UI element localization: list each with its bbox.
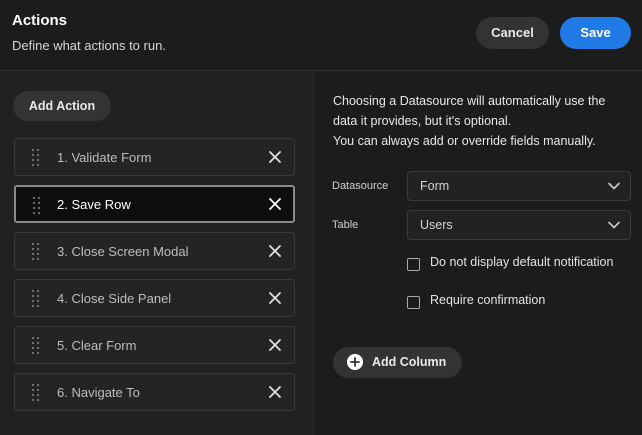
action-label: 6. Navigate To <box>57 385 140 400</box>
actions-list-panel: Add Action 1. Validate Form 2. Save Row … <box>0 71 314 435</box>
info-line: You can always add or override fields ma… <box>333 134 596 148</box>
close-icon[interactable] <box>268 244 282 258</box>
modal-subtitle: Define what actions to run. <box>12 38 166 53</box>
drag-handle-icon[interactable] <box>32 290 40 307</box>
close-icon[interactable] <box>268 338 282 352</box>
table-select[interactable]: Users <box>407 210 631 240</box>
chevron-down-icon <box>608 221 620 229</box>
drag-handle-icon[interactable] <box>32 384 40 401</box>
modal-header: Actions Define what actions to run. Canc… <box>0 0 642 71</box>
add-column-label: Add Column <box>372 355 447 369</box>
action-item-selected[interactable]: 2. Save Row <box>14 185 295 223</box>
table-value: Users <box>420 218 453 232</box>
drag-handle-icon[interactable] <box>32 149 40 166</box>
add-action-button[interactable]: Add Action <box>13 91 111 121</box>
plus-circle-icon <box>347 354 363 370</box>
close-icon[interactable] <box>268 385 282 399</box>
confirmation-checkbox[interactable] <box>407 296 420 309</box>
cancel-button[interactable]: Cancel <box>476 17 549 49</box>
drag-handle-icon[interactable] <box>32 337 40 354</box>
action-label: 4. Close Side Panel <box>57 291 172 306</box>
action-settings-panel: Choosing a Datasource will automatically… <box>315 71 642 435</box>
action-item[interactable]: 5. Clear Form <box>14 326 295 364</box>
action-item[interactable]: 4. Close Side Panel <box>14 279 295 317</box>
table-label: Table <box>332 219 359 231</box>
action-label: 5. Clear Form <box>57 338 137 353</box>
action-item[interactable]: 3. Close Screen Modal <box>14 232 295 270</box>
info-line: data it provides, but it's optional. <box>333 114 512 128</box>
close-icon[interactable] <box>268 197 282 211</box>
save-button[interactable]: Save <box>560 17 631 49</box>
action-item[interactable]: 6. Navigate To <box>14 373 295 411</box>
datasource-info-text: Choosing a Datasource will automatically… <box>333 91 633 151</box>
notification-checkbox-label[interactable]: Do not display default notification <box>430 255 613 269</box>
chevron-down-icon <box>608 182 620 190</box>
datasource-value: Form <box>420 179 450 193</box>
info-line: Choosing a Datasource will automatically… <box>333 94 606 108</box>
datasource-label: Datasource <box>332 180 389 192</box>
action-label: 3. Close Screen Modal <box>57 244 189 259</box>
close-icon[interactable] <box>268 150 282 164</box>
datasource-select[interactable]: Form <box>407 171 631 201</box>
action-label: 1. Validate Form <box>57 150 152 165</box>
action-label: 2. Save Row <box>57 197 131 212</box>
notification-checkbox[interactable] <box>407 258 420 271</box>
drag-handle-icon[interactable] <box>33 197 41 214</box>
confirmation-checkbox-label[interactable]: Require confirmation <box>430 293 545 307</box>
modal-title: Actions <box>12 12 68 29</box>
action-item[interactable]: 1. Validate Form <box>14 138 295 176</box>
drag-handle-icon[interactable] <box>32 243 40 260</box>
add-column-button[interactable]: Add Column <box>333 347 462 378</box>
close-icon[interactable] <box>268 291 282 305</box>
